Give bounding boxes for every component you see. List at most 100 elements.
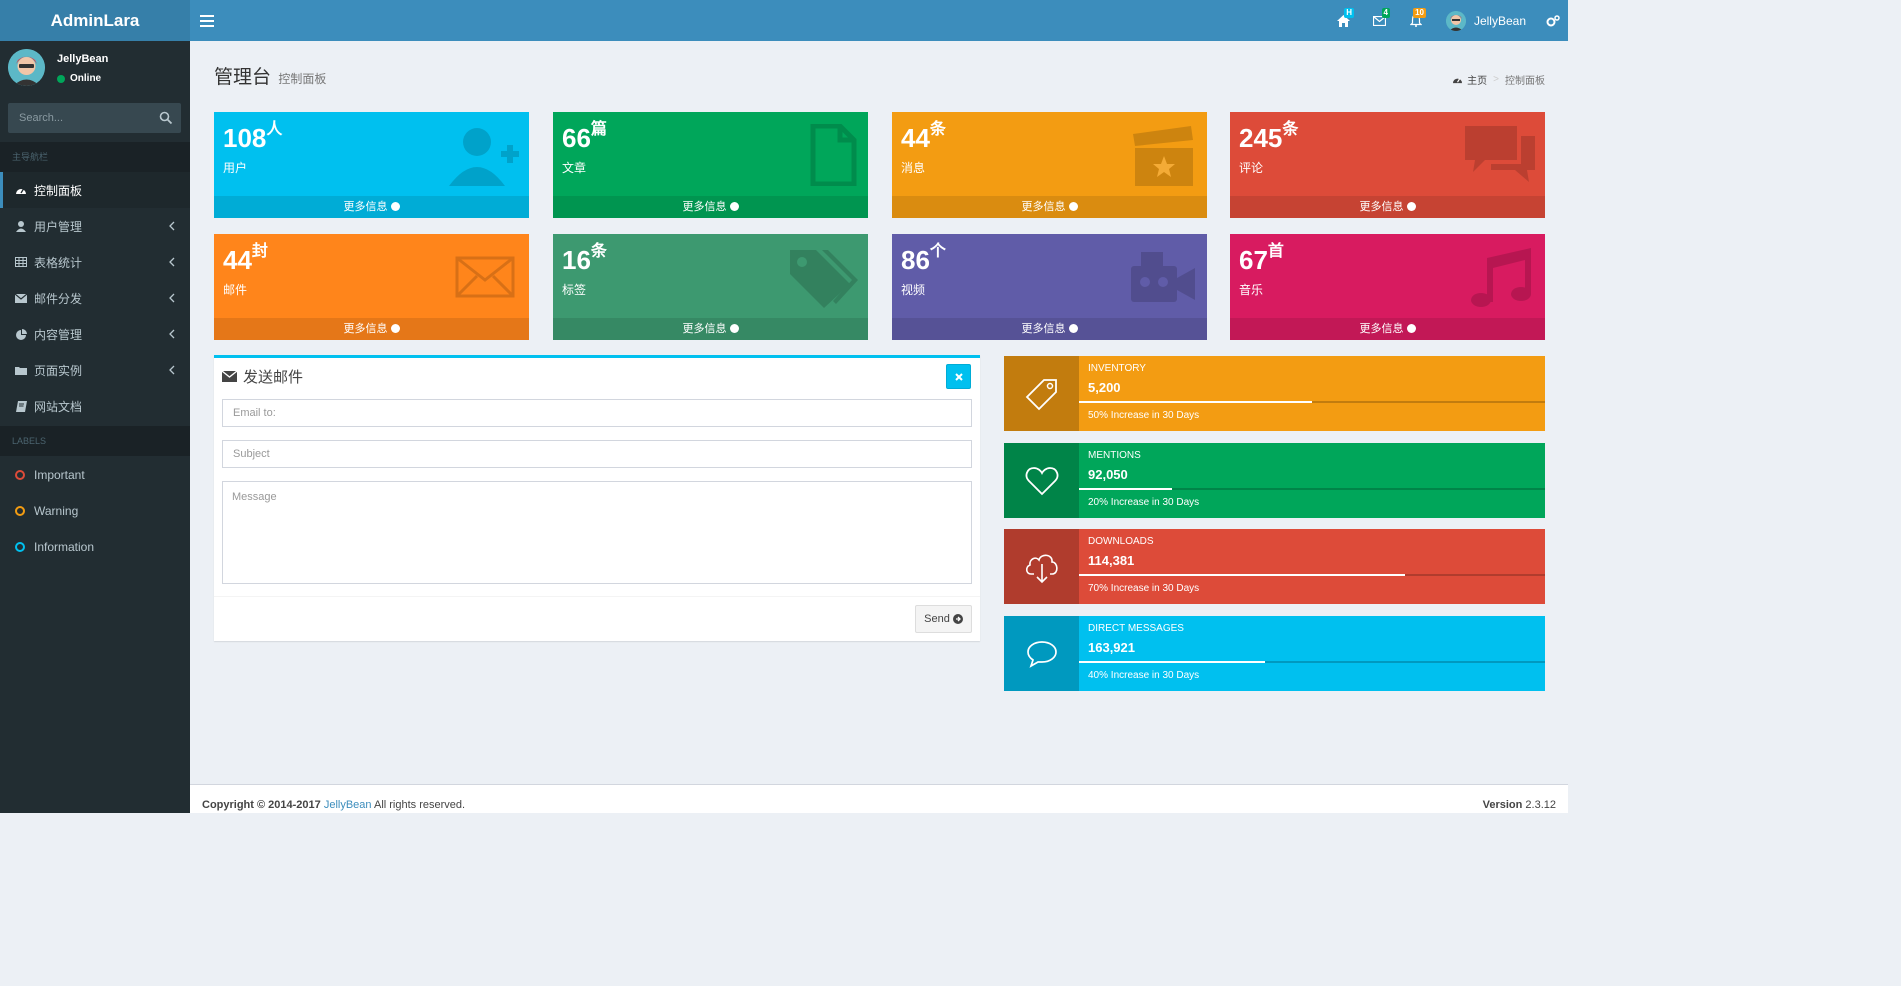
pie-chart-icon — [15, 328, 27, 340]
progress-description: 50% Increase in 30 Days — [1088, 410, 1200, 421]
app-logo[interactable]: AdminLara — [0, 0, 190, 41]
progress-description: 70% Increase in 30 Days — [1088, 583, 1200, 594]
progress-bar — [1079, 661, 1545, 663]
sidebar-item-content[interactable]: 内容管理 — [0, 316, 190, 352]
arrow-circle-right-icon — [1406, 323, 1416, 333]
gears-icon — [1546, 14, 1560, 26]
labels-header: LABELS — [0, 426, 190, 456]
sidebar-search — [8, 103, 181, 133]
info-box-number: 114,381 — [1088, 553, 1135, 568]
arrow-circle-right-icon — [390, 201, 400, 211]
stat-box-videos: 86个 视频 更多信息 — [892, 234, 1207, 340]
home-badge: H — [1344, 8, 1354, 18]
avatar — [1445, 10, 1466, 31]
info-box-label: Direct Messages — [1088, 623, 1184, 634]
progress-bar — [1079, 401, 1545, 403]
sidebar-item-tables[interactable]: 表格统计 — [0, 244, 190, 280]
more-info-link[interactable]: 更多信息 — [892, 196, 1207, 218]
more-info-link[interactable]: 更多信息 — [553, 196, 868, 218]
progress-description: 40% Increase in 30 Days — [1088, 670, 1200, 681]
sidebar-label-information[interactable]: Information — [0, 529, 190, 565]
envelope-icon — [455, 256, 515, 298]
arrow-circle-right-icon — [729, 201, 739, 211]
user-menu[interactable]: JellyBean — [1434, 0, 1538, 41]
sidebar-item-pages[interactable]: 页面实例 — [0, 352, 190, 388]
comment-icon — [1004, 616, 1079, 691]
chevron-left-icon — [169, 365, 175, 375]
email-to-input[interactable] — [222, 399, 972, 427]
user-icon — [15, 220, 27, 232]
messages-button[interactable]: 4 — [1362, 0, 1398, 41]
chevron-left-icon — [169, 257, 175, 267]
settings-button[interactable] — [1538, 0, 1568, 41]
cloud-download-icon — [1004, 529, 1079, 604]
search-icon[interactable] — [159, 111, 173, 125]
sidebar-item-mail[interactable]: 邮件分发 — [0, 280, 190, 316]
clapperboard-icon — [1133, 126, 1193, 186]
table-icon — [15, 256, 27, 268]
send-mail-box: 发送邮件 Send — [214, 355, 980, 641]
file-icon — [810, 124, 857, 186]
message-textarea[interactable] — [222, 481, 972, 584]
close-button[interactable] — [946, 364, 971, 389]
tag-icon — [1004, 356, 1079, 431]
folder-icon — [15, 364, 27, 376]
home-button[interactable]: H — [1326, 0, 1362, 41]
more-info-link[interactable]: 更多信息 — [892, 318, 1207, 340]
sidebar-label-warning[interactable]: Warning — [0, 493, 190, 529]
envelope-icon — [222, 371, 237, 382]
user-status: Online — [57, 73, 101, 84]
user-plus-icon — [449, 128, 519, 186]
search-input[interactable] — [8, 103, 148, 133]
arrow-circle-right-icon — [729, 323, 739, 333]
more-info-link[interactable]: 更多信息 — [1230, 318, 1545, 340]
online-dot-icon — [57, 74, 65, 83]
arrow-circle-right-icon — [1406, 201, 1416, 211]
circle-icon — [15, 506, 25, 516]
sidebar-toggle-button[interactable] — [200, 12, 214, 28]
mail-box-title: 发送邮件 — [222, 366, 303, 387]
navbar-user-name: JellyBean — [1473, 13, 1526, 28]
copyright: Copyright © 2014-2017 JellyBean All righ… — [202, 799, 466, 811]
hamburger-icon — [200, 15, 214, 17]
info-box-mentions: Mentions 92,050 20% Increase in 30 Days — [1004, 443, 1545, 518]
info-box-label: Inventory — [1088, 363, 1146, 374]
subject-input[interactable] — [222, 440, 972, 468]
content-header: 管理台 控制面板 — [214, 62, 326, 89]
info-box-number: 92,050 — [1088, 467, 1128, 482]
sidebar-item-users[interactable]: 用户管理 — [0, 208, 190, 244]
stat-box-messages: 44条 消息 更多信息 — [892, 112, 1207, 218]
version-info: Version 2.3.12 — [1482, 799, 1556, 811]
circle-icon — [15, 542, 25, 552]
tags-icon — [790, 250, 858, 308]
arrow-circle-right-icon — [1068, 323, 1078, 333]
mail-box-footer: Send — [214, 596, 980, 641]
dashboard-icon — [15, 184, 27, 196]
circle-icon — [15, 470, 25, 480]
arrow-circle-right-icon — [390, 323, 400, 333]
chevron-left-icon — [169, 329, 175, 339]
breadcrumb-current: 控制面板 — [1505, 76, 1545, 87]
send-button[interactable]: Send — [915, 605, 972, 633]
chevron-left-icon — [169, 221, 175, 231]
info-box-number: 163,921 — [1088, 640, 1135, 655]
stat-box-articles: 66篇 文章 更多信息 — [553, 112, 868, 218]
sidebar-item-docs[interactable]: 网站文档 — [0, 388, 190, 424]
sidebar: JellyBean Online 主导航栏 控制面板 用户管理 表格统计 邮件分… — [0, 41, 190, 813]
sidebar-item-dashboard[interactable]: 控制面板 — [0, 172, 190, 208]
more-info-link[interactable]: 更多信息 — [214, 318, 529, 340]
breadcrumb-home[interactable]: 主页 — [1467, 72, 1487, 87]
stat-box-tags: 16条 标签 更多信息 — [553, 234, 868, 340]
notifications-button[interactable]: 10 — [1398, 0, 1434, 41]
progress-description: 20% Increase in 30 Days — [1088, 497, 1200, 508]
heart-icon — [1004, 443, 1079, 518]
sidebar-label-important[interactable]: Important — [0, 457, 190, 493]
breadcrumb: 主页 > 控制面板 — [1452, 72, 1545, 87]
more-info-link[interactable]: 更多信息 — [1230, 196, 1545, 218]
user-panel: JellyBean Online — [0, 41, 190, 99]
stat-box-mail: 44封 邮件 更多信息 — [214, 234, 529, 340]
info-box-label: Mentions — [1088, 450, 1141, 461]
more-info-link[interactable]: 更多信息 — [214, 196, 529, 218]
author-link[interactable]: JellyBean — [324, 799, 372, 811]
more-info-link[interactable]: 更多信息 — [553, 318, 868, 340]
